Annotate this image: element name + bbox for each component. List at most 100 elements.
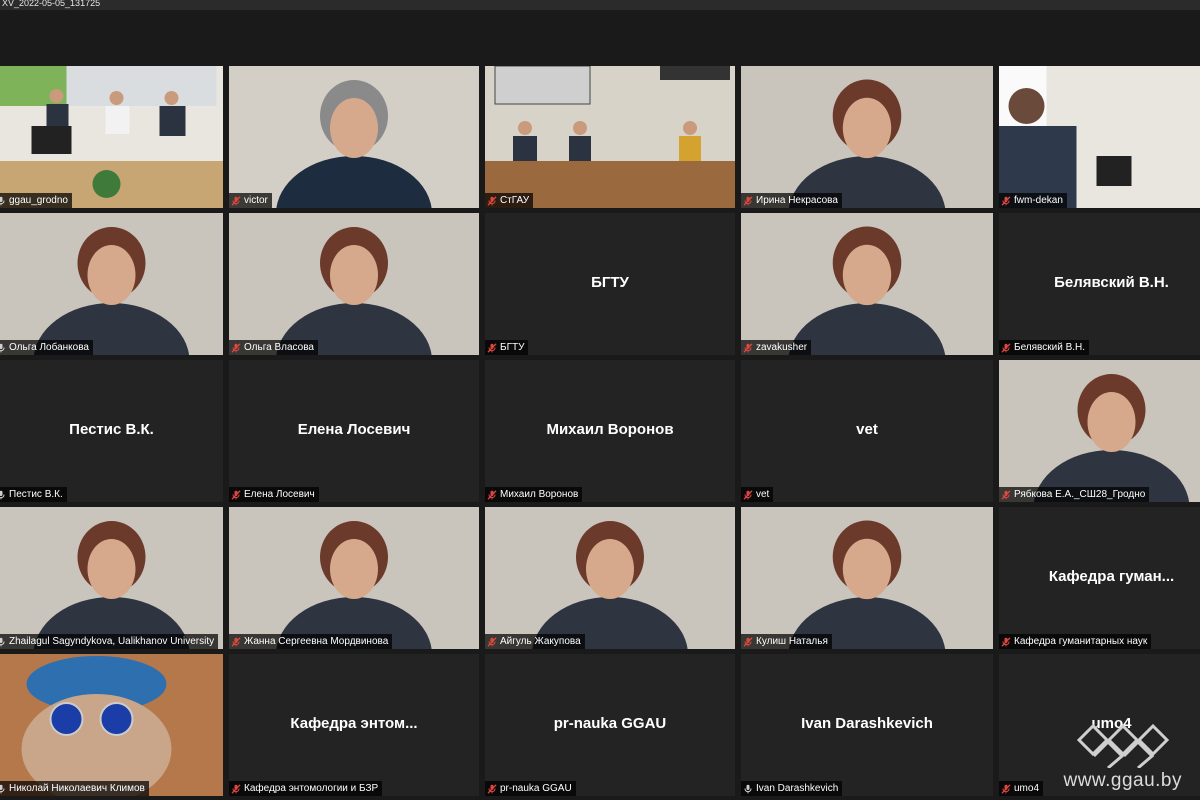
participant-name-label: pr-nauka GGAU bbox=[485, 781, 576, 796]
participant-tile[interactable]: zavakusher bbox=[741, 213, 993, 355]
participant-tile[interactable]: Пестис В.К. Пестис В.К. bbox=[0, 360, 223, 502]
window-title: XV_2022-05-05_131725 bbox=[2, 0, 101, 8]
participant-name: Zhailagul Sagyndykova, Ualikhanov Univer… bbox=[9, 636, 215, 647]
participant-name-label: umo4 bbox=[999, 781, 1044, 796]
mic-muted-icon bbox=[231, 783, 241, 794]
mic-muted-icon bbox=[1001, 342, 1011, 353]
participant-tile[interactable]: Ольга Лобанкова bbox=[0, 213, 223, 355]
mic-muted-icon bbox=[743, 489, 753, 500]
participant-name-label: Кафедра энтомологии и БЗР bbox=[229, 781, 383, 796]
participant-name-label: vet bbox=[741, 487, 774, 502]
participant-tile[interactable]: Рябкова Е.А._СШ28_Гродно bbox=[999, 360, 1200, 502]
participant-name-label: Михаил Воронов bbox=[485, 487, 583, 502]
participant-name-label: Белявский В.Н. bbox=[999, 340, 1090, 355]
mic-icon bbox=[0, 784, 6, 794]
participant-tile[interactable]: Николай Николаевич Климов bbox=[0, 654, 223, 796]
participant-name-label: Кулиш Наталья bbox=[741, 634, 832, 649]
participant-name-label: Ольга Власова bbox=[229, 340, 318, 355]
participant-name: Кафедра гуманитарных наук bbox=[1014, 636, 1148, 647]
participant-name-label: Zhailagul Sagyndykova, Ualikhanov Univer… bbox=[0, 634, 219, 649]
participant-name: pr-nauka GGAU bbox=[500, 783, 572, 794]
participant-name: ggau_grodno bbox=[9, 195, 68, 206]
participant-name-label: ggau_grodno bbox=[0, 193, 72, 208]
participant-display-name: Кафедра энтом... bbox=[290, 714, 418, 732]
participant-tile[interactable]: ggau_grodno bbox=[0, 66, 223, 208]
participant-name: Ivan Darashkevich bbox=[756, 783, 839, 794]
participant-tile[interactable]: Белявский В.Н. Белявский В.Н. bbox=[999, 213, 1200, 355]
participant-display-name: Ivan Darashkevich bbox=[801, 714, 933, 732]
participant-name-label: Айгуль Жакупова bbox=[485, 634, 585, 649]
participant-name: fwm-dekan bbox=[1014, 195, 1063, 206]
mic-muted-icon bbox=[743, 342, 753, 353]
participant-name: БГТУ bbox=[500, 342, 525, 353]
participant-name: Ирина Некрасова bbox=[756, 195, 838, 206]
mic-muted-icon bbox=[1001, 195, 1011, 206]
participant-tile[interactable]: victor bbox=[229, 66, 479, 208]
mic-muted-icon bbox=[1001, 636, 1011, 647]
participant-tile[interactable]: Ирина Некрасова bbox=[741, 66, 993, 208]
participant-display-name: Кафедра гуман... bbox=[1048, 567, 1175, 585]
mic-muted-icon bbox=[487, 636, 497, 647]
participant-tile[interactable]: Михаил Воронов Михаил Воронов bbox=[485, 360, 735, 502]
participant-display-name: Елена Лосевич bbox=[297, 420, 411, 438]
mic-icon bbox=[0, 490, 6, 500]
participant-tile[interactable]: Кафедра энтом... Кафедра энтомологии и БЗ… bbox=[229, 654, 479, 796]
participant-display-name: pr-nauka GGAU bbox=[553, 714, 667, 732]
participant-name: Пестис В.К. bbox=[9, 489, 63, 500]
participant-name-label: victor bbox=[229, 193, 272, 208]
mic-icon bbox=[0, 343, 6, 353]
mic-icon bbox=[0, 637, 6, 647]
participant-name-label: zavakusher bbox=[741, 340, 812, 355]
recording-title-bar: XV_2022-05-05_131725 bbox=[0, 0, 1200, 10]
participant-display-name: Белявский В.Н. bbox=[1054, 273, 1169, 291]
participant-tile[interactable]: БГТУ БГТУ bbox=[485, 213, 735, 355]
participant-display-name: vet bbox=[856, 420, 878, 438]
participant-tile[interactable]: pr-nauka GGAU pr-nauka GGAU bbox=[485, 654, 735, 796]
mic-muted-icon bbox=[231, 195, 241, 206]
mic-icon bbox=[0, 196, 6, 206]
participant-tile[interactable]: Жанна Сергеевна Мордвинова bbox=[229, 507, 479, 649]
participant-name: Ольга Власова bbox=[244, 342, 314, 353]
participant-name: Жанна Сергеевна Мордвинова bbox=[244, 636, 389, 647]
participant-name-label: Кафедра гуманитарных наук bbox=[999, 634, 1152, 649]
participant-name-label: Елена Лосевич bbox=[229, 487, 319, 502]
participant-name: СтГАУ bbox=[500, 195, 530, 206]
watermark: www.ggau.by bbox=[1063, 710, 1182, 792]
mic-muted-icon bbox=[231, 636, 241, 647]
participant-tile[interactable]: fwm-dekan bbox=[999, 66, 1200, 208]
participant-name: Кулиш Наталья bbox=[756, 636, 828, 647]
participant-tile[interactable]: Кафедра гуман... Кафедра гуманитарных нау… bbox=[999, 507, 1200, 649]
participant-name: vet bbox=[756, 489, 770, 500]
ggau-logo-icon bbox=[1076, 723, 1169, 768]
participant-tile[interactable]: Елена Лосевич Елена Лосевич bbox=[229, 360, 479, 502]
participant-gallery: ggau_grodno victor СтГАУ Ирина Некрасова fwm… bbox=[0, 66, 1200, 796]
participant-tile[interactable]: СтГАУ bbox=[485, 66, 735, 208]
participant-name-label: Пестис В.К. bbox=[0, 487, 67, 502]
participant-tile[interactable]: Ivan Darashkevich Ivan Darashkevich bbox=[741, 654, 993, 796]
participant-display-name: Пестис В.К. bbox=[69, 420, 154, 438]
participant-name: Николай Николаевич Климов bbox=[9, 783, 145, 794]
participant-name: zavakusher bbox=[756, 342, 808, 353]
participant-tile[interactable]: Ольга Власова bbox=[229, 213, 479, 355]
participant-name: Айгуль Жакупова bbox=[500, 636, 581, 647]
participant-name: Ольга Лобанкова bbox=[9, 342, 89, 353]
participant-display-name: БГТУ bbox=[591, 273, 629, 291]
participant-name-label: Ольга Лобанкова bbox=[0, 340, 93, 355]
participant-name-label: СтГАУ bbox=[485, 193, 534, 208]
mic-muted-icon bbox=[231, 489, 241, 500]
participant-name: Рябкова Е.А._СШ28_Гродно bbox=[1014, 489, 1146, 500]
mic-muted-icon bbox=[487, 342, 497, 353]
participant-name-label: Рябкова Е.А._СШ28_Гродно bbox=[999, 487, 1150, 502]
participant-tile[interactable]: vet vet bbox=[741, 360, 993, 502]
watermark-url: www.ggau.by bbox=[1063, 770, 1182, 791]
mic-muted-icon bbox=[743, 636, 753, 647]
participant-tile[interactable]: Zhailagul Sagyndykova, Ualikhanov Univer… bbox=[0, 507, 223, 649]
mic-muted-icon bbox=[487, 783, 497, 794]
participant-tile[interactable]: Кулиш Наталья bbox=[741, 507, 993, 649]
mic-muted-icon bbox=[487, 489, 497, 500]
participant-name: Белявский В.Н. bbox=[1014, 342, 1086, 353]
participant-tile[interactable]: Айгуль Жакупова bbox=[485, 507, 735, 649]
participant-name: Елена Лосевич bbox=[244, 489, 315, 500]
mic-muted-icon bbox=[743, 195, 753, 206]
participant-name-label: Николай Николаевич Климов bbox=[0, 781, 149, 796]
